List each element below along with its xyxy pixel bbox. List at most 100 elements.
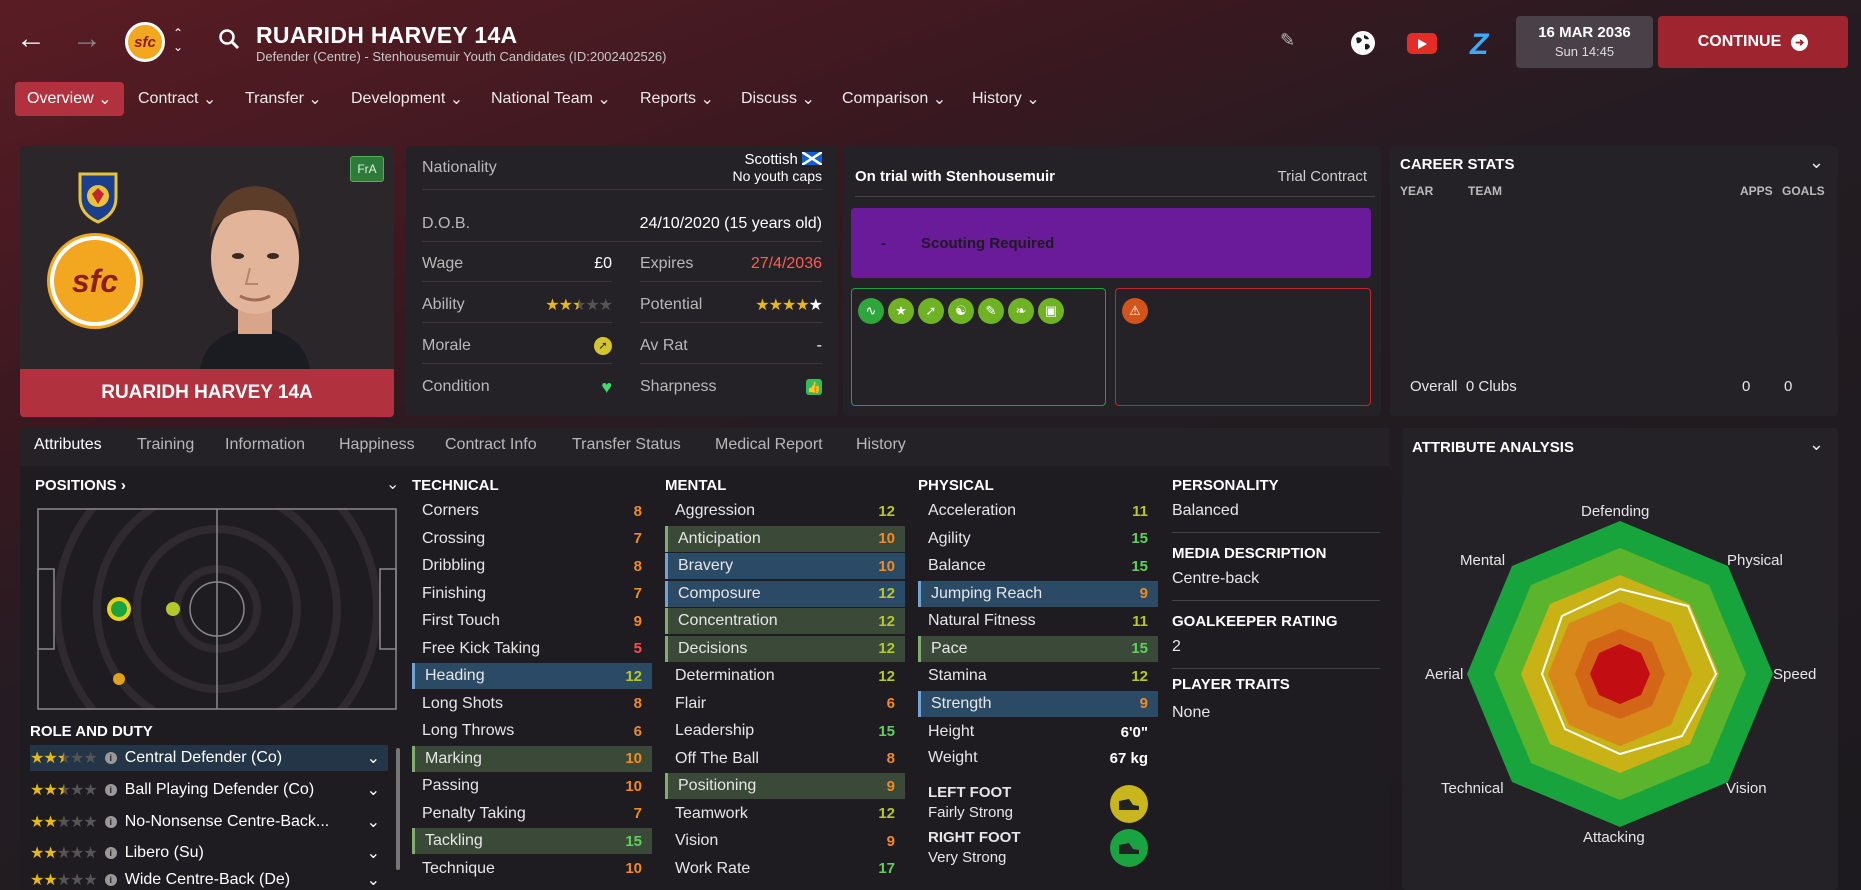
info-icon[interactable]: i bbox=[104, 874, 117, 886]
attribute-row-leadership[interactable]: Leadership 15 bbox=[665, 718, 905, 744]
attribute-row-long-shots[interactable]: Long Shots 8 bbox=[412, 691, 652, 717]
attribute-row-technique[interactable]: Technique 10 bbox=[412, 856, 652, 882]
col-apps[interactable]: APPS bbox=[1740, 184, 1773, 198]
chevron-down-icon[interactable]: ⌄ bbox=[367, 748, 380, 768]
role-row[interactable]: ★★★★★ i No-Nonsense Centre-Back... ⌄ bbox=[30, 809, 388, 835]
fitness-trait-icon[interactable]: ∿ bbox=[858, 298, 884, 324]
menu-history[interactable]: History ⌄ bbox=[960, 82, 1052, 116]
scouting-required-bar[interactable]: - Scouting Required bbox=[851, 208, 1371, 278]
bandage-trait-icon[interactable]: ✎ bbox=[978, 298, 1004, 324]
date-display[interactable]: 16 MAR 2036 Sun 14:45 bbox=[1516, 16, 1653, 68]
growth-trait-icon[interactable]: ❧ bbox=[1008, 298, 1034, 324]
attribute-row-pace[interactable]: Pace 15 bbox=[918, 635, 1158, 662]
tab-history[interactable]: History bbox=[856, 436, 906, 454]
menu-transfer[interactable]: Transfer ⌄ bbox=[233, 82, 334, 116]
role-row[interactable]: ★★★★★ i Wide Centre-Back (De) ⌄ bbox=[30, 870, 388, 890]
attribute-row-vision[interactable]: Vision 9 bbox=[665, 828, 905, 854]
chevron-down-icon[interactable]: ⌄ bbox=[1809, 152, 1824, 173]
menu-comparison[interactable]: Comparison ⌄ bbox=[830, 82, 958, 116]
condition-heart-icon[interactable]: ♥ bbox=[601, 377, 612, 398]
attribute-row-jumping-reach[interactable]: Jumping Reach 9 bbox=[918, 580, 1158, 607]
search-icon[interactable] bbox=[218, 28, 240, 50]
menu-national-team[interactable]: National Team ⌄ bbox=[479, 82, 623, 116]
attribute-row-corners[interactable]: Corners 8 bbox=[412, 498, 652, 524]
attribute-row-off-the-ball[interactable]: Off The Ball 8 bbox=[665, 746, 905, 772]
roles-scrollbar[interactable] bbox=[396, 748, 400, 870]
attribute-row-bravery[interactable]: Bravery 10 bbox=[665, 553, 905, 579]
attribute-row-balance[interactable]: Balance 15 bbox=[918, 553, 1158, 579]
attribute-row-stamina[interactable]: Stamina 12 bbox=[918, 663, 1158, 689]
globe-icon[interactable] bbox=[1350, 30, 1376, 61]
tab-happiness[interactable]: Happiness bbox=[339, 436, 415, 454]
continue-button[interactable]: CONTINUE ➜ bbox=[1658, 16, 1848, 68]
tab-contract-info[interactable]: Contract Info bbox=[445, 436, 537, 454]
forward-button[interactable]: → bbox=[72, 22, 102, 56]
tab-information[interactable]: Information bbox=[225, 436, 305, 454]
chevron-down-icon[interactable]: ⌄ bbox=[367, 870, 380, 890]
attribute-row-acceleration[interactable]: Acceleration 11 bbox=[918, 498, 1158, 524]
chevron-down-icon[interactable]: ⌄ bbox=[1809, 434, 1824, 455]
menu-contract[interactable]: Contract ⌄ bbox=[126, 82, 228, 116]
attribute-row-penalty-taking[interactable]: Penalty Taking 7 bbox=[412, 801, 652, 827]
menu-reports[interactable]: Reports ⌄ bbox=[628, 82, 726, 116]
tab-training[interactable]: Training bbox=[137, 436, 194, 454]
attribute-row-natural-fitness[interactable]: Natural Fitness 11 bbox=[918, 608, 1158, 634]
star-trait-icon[interactable]: ★ bbox=[888, 298, 914, 324]
sharpness-icon[interactable]: 👍 bbox=[806, 379, 822, 395]
tab-medical-report[interactable]: Medical Report bbox=[715, 436, 823, 454]
attribute-row-crossing[interactable]: Crossing 7 bbox=[412, 526, 652, 552]
role-row[interactable]: ★★★★★ i Ball Playing Defender (Co) ⌄ bbox=[30, 777, 388, 803]
attribute-row-agility[interactable]: Agility 15 bbox=[918, 526, 1158, 552]
attribute-row-composure[interactable]: Composure 12 bbox=[665, 580, 905, 607]
info-icon[interactable]: i bbox=[104, 784, 117, 796]
nationality-value[interactable]: Scottish bbox=[744, 151, 797, 168]
club-badge[interactable]: sfc bbox=[125, 22, 165, 62]
tab-attributes[interactable]: Attributes bbox=[34, 436, 102, 454]
attribute-row-heading[interactable]: Heading 12 bbox=[412, 663, 652, 689]
info-icon[interactable]: i bbox=[104, 847, 117, 859]
menu-discuss[interactable]: Discuss ⌄ bbox=[729, 82, 827, 116]
attribute-row-determination[interactable]: Determination 12 bbox=[665, 663, 905, 689]
positions-chevron-icon[interactable]: ⌄ bbox=[386, 474, 399, 494]
youtube-icon[interactable] bbox=[1407, 33, 1437, 54]
tab-transfer-status[interactable]: Transfer Status bbox=[572, 436, 681, 454]
attribute-row-passing[interactable]: Passing 10 bbox=[412, 773, 652, 799]
attribute-row-free-kick-taking[interactable]: Free Kick Taking 5 bbox=[412, 636, 652, 662]
edit-icon[interactable]: ✎ bbox=[1280, 30, 1295, 51]
attribute-row-first-touch[interactable]: First Touch 9 bbox=[412, 608, 652, 634]
attribute-row-tackling[interactable]: Tackling 15 bbox=[412, 828, 652, 854]
col-year[interactable]: YEAR bbox=[1400, 184, 1433, 198]
positions-title[interactable]: POSITIONS › bbox=[35, 477, 126, 494]
injury-trait-icon[interactable]: ⚠ bbox=[1122, 298, 1148, 324]
menu-development[interactable]: Development ⌄ bbox=[339, 82, 475, 116]
menu-overview[interactable]: Overview ⌄ bbox=[15, 82, 124, 116]
role-row[interactable]: ★★★★★ i Central Defender (Co) ⌄ bbox=[30, 745, 388, 771]
attribute-row-teamwork[interactable]: Teamwork 12 bbox=[665, 801, 905, 827]
position-pitch[interactable] bbox=[37, 445, 397, 773]
chevron-down-icon[interactable]: ⌄ bbox=[367, 780, 380, 800]
chevron-down-icon[interactable]: ⌄ bbox=[367, 843, 380, 863]
attribute-row-finishing[interactable]: Finishing 7 bbox=[412, 581, 652, 607]
z-logo-icon[interactable]: Z bbox=[1470, 28, 1488, 62]
attribute-row-decisions[interactable]: Decisions 12 bbox=[665, 635, 905, 662]
role-row[interactable]: ★★★★★ i Libero (Su) ⌄ bbox=[30, 840, 388, 866]
mind-trait-icon[interactable]: ☯ bbox=[948, 298, 974, 324]
fra-tag[interactable]: FrA bbox=[350, 156, 384, 182]
attribute-row-anticipation[interactable]: Anticipation 10 bbox=[665, 525, 905, 552]
attribute-row-concentration[interactable]: Concentration 12 bbox=[665, 608, 905, 634]
chevron-down-icon[interactable]: ⌄ bbox=[367, 812, 380, 832]
money-trait-icon[interactable]: ▣ bbox=[1038, 298, 1064, 324]
attribute-row-positioning[interactable]: Positioning 9 bbox=[665, 773, 905, 799]
attribute-row-long-throws[interactable]: Long Throws 6 bbox=[412, 718, 652, 744]
attribute-row-strength[interactable]: Strength 9 bbox=[918, 690, 1158, 717]
attribute-row-flair[interactable]: Flair 6 bbox=[665, 691, 905, 717]
back-button[interactable]: ← bbox=[16, 22, 46, 56]
attribute-row-work-rate[interactable]: Work Rate 17 bbox=[665, 856, 905, 882]
attribute-row-aggression[interactable]: Aggression 12 bbox=[665, 498, 905, 524]
col-goals[interactable]: GOALS bbox=[1782, 184, 1825, 198]
col-team[interactable]: TEAM bbox=[1468, 184, 1502, 198]
club-switch-icon[interactable]: ⌃ ⌄ bbox=[173, 26, 183, 54]
info-icon[interactable]: i bbox=[104, 752, 117, 764]
attribute-row-marking[interactable]: Marking 10 bbox=[412, 745, 652, 772]
progress-trait-icon[interactable]: ➚ bbox=[918, 298, 944, 324]
